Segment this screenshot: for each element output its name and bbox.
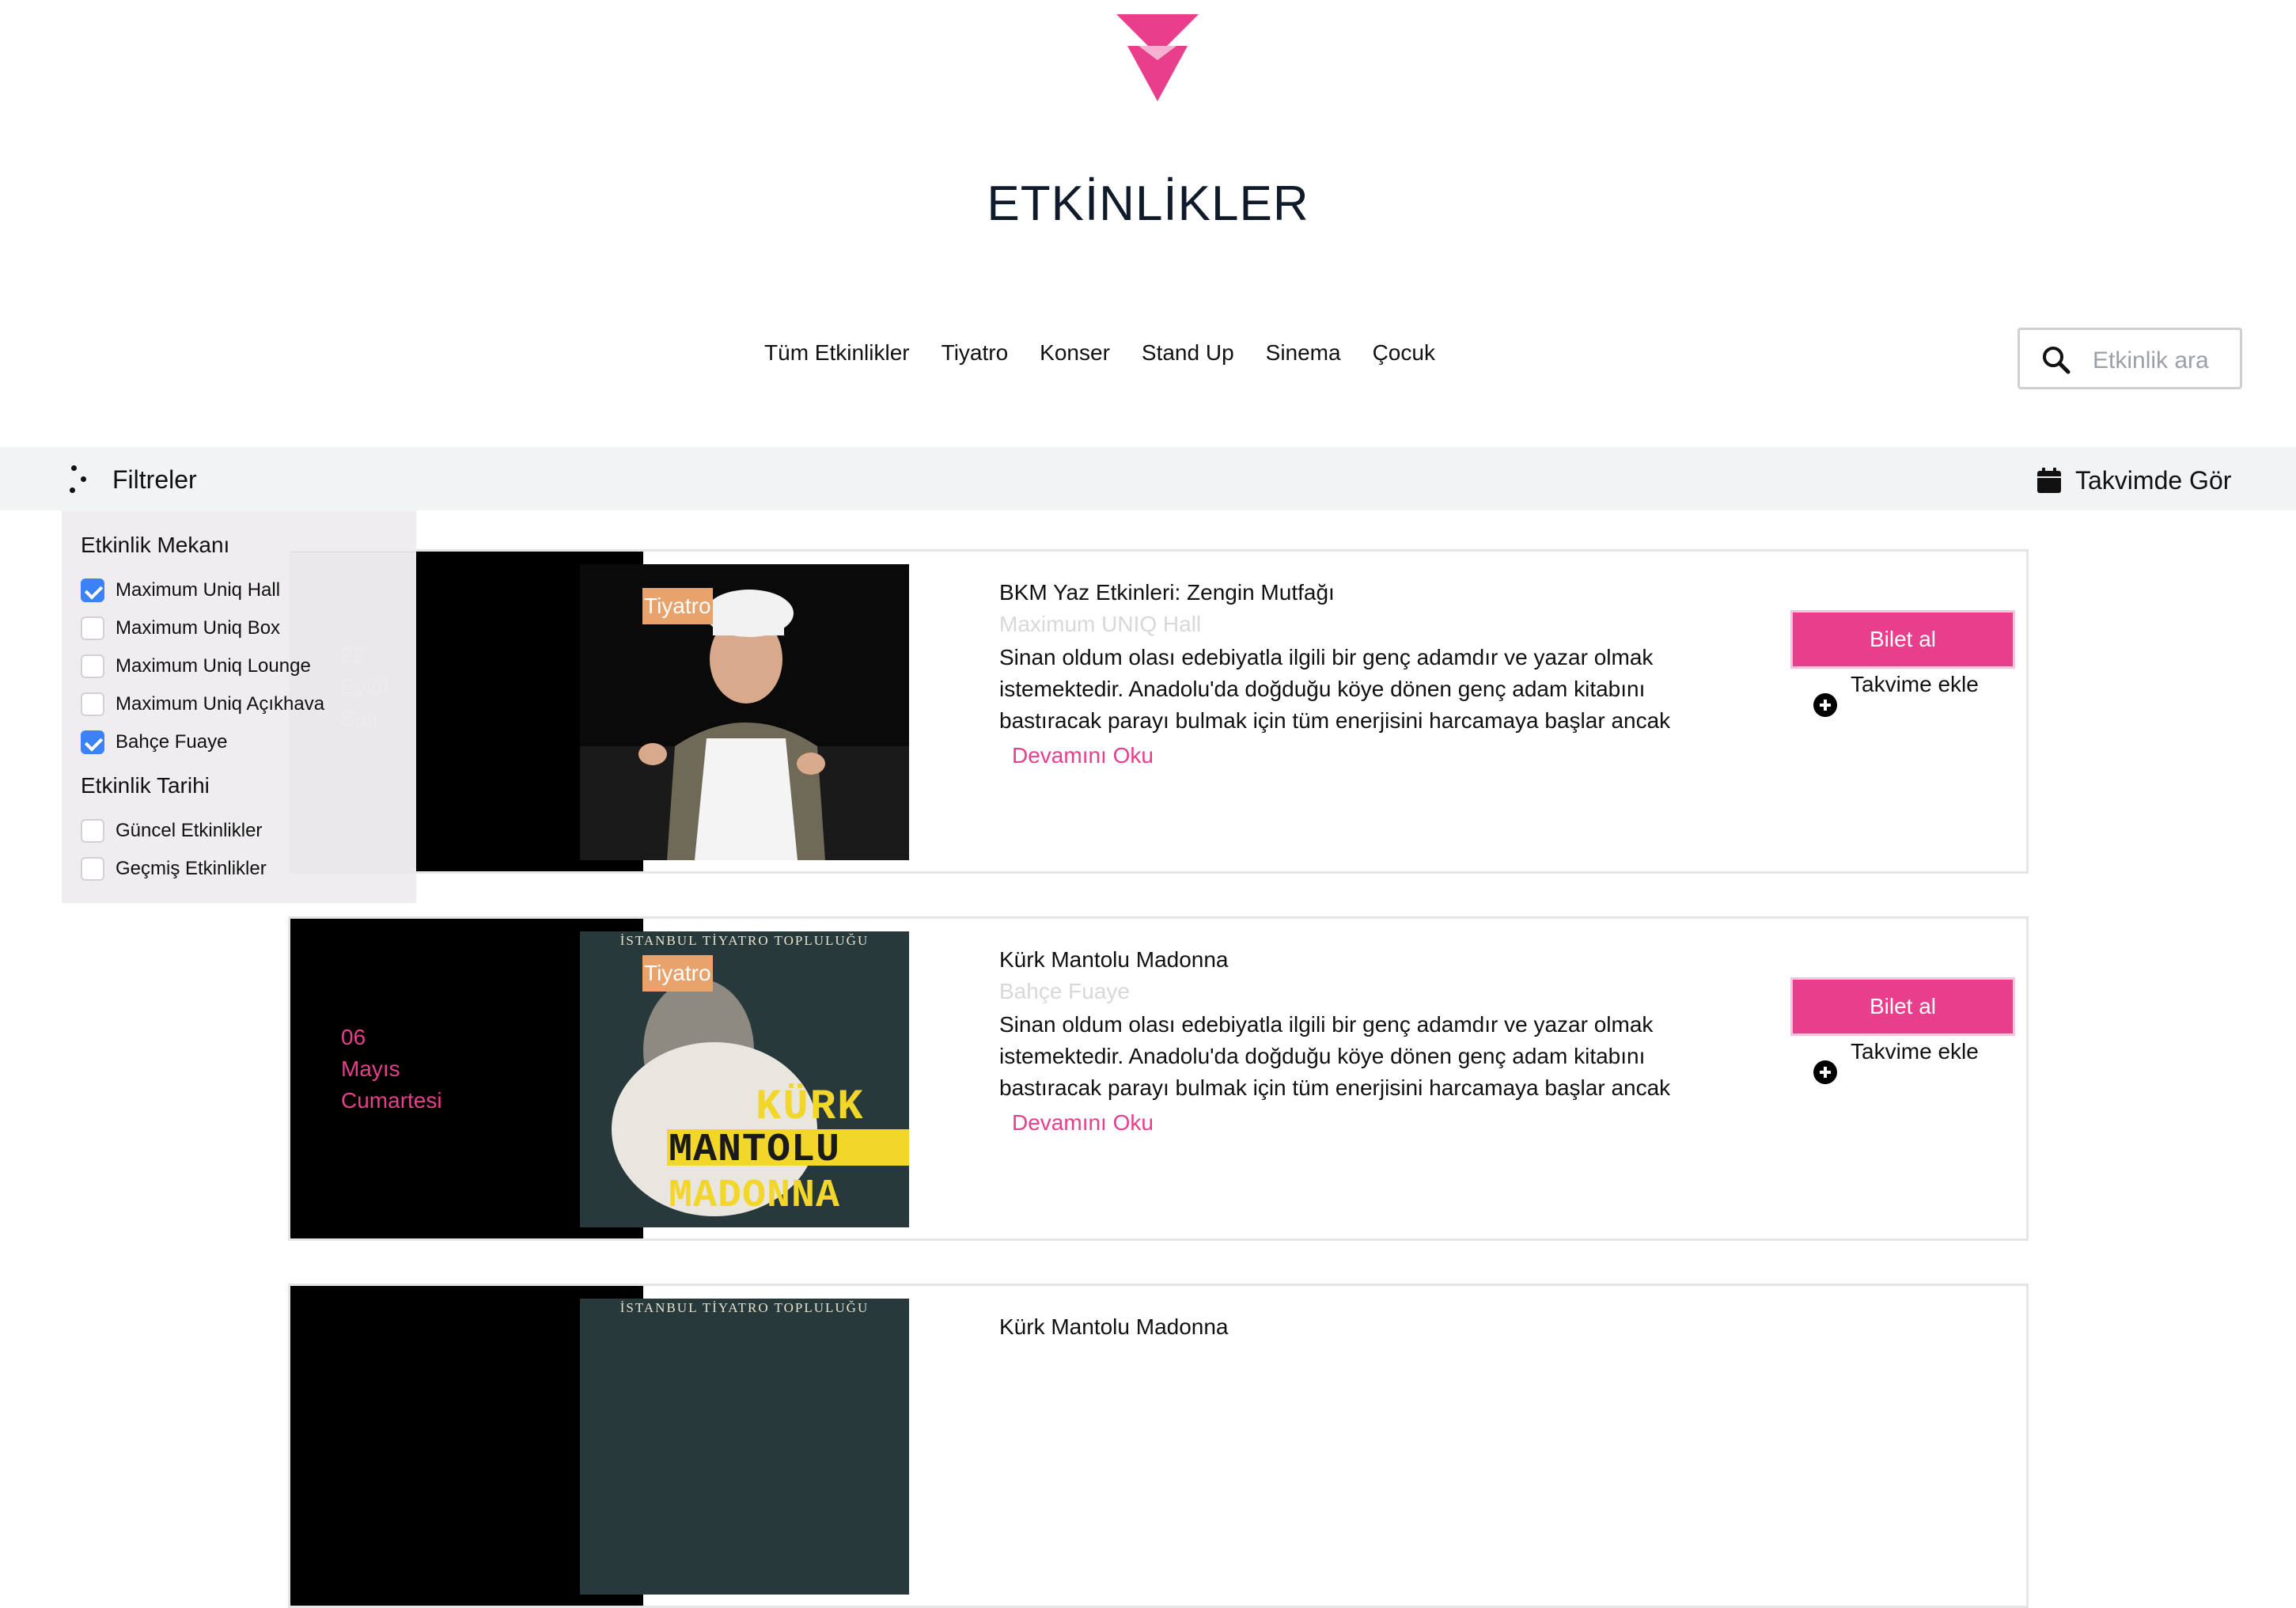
option-label: Güncel Etkinlikler [116, 820, 263, 841]
event-description: Sinan oldum olası edebiyatla ilgili bir … [999, 645, 1671, 733]
date-option-past[interactable]: Geçmiş Etkinlikler [81, 857, 267, 881]
event-image[interactable]: İSTANBUL TİYATRO TOPLULUĞU [580, 1299, 909, 1595]
poster-title-line3: MADONNA [669, 1174, 841, 1219]
option-label: Bahçe Fuaye [116, 731, 228, 753]
read-more-link[interactable]: Devamını Oku [1012, 743, 1154, 768]
buy-ticket-button[interactable]: Bilet al [1790, 977, 2015, 1036]
poster-header: İSTANBUL TİYATRO TOPLULUĞU [619, 933, 870, 948]
nav-item-cinema[interactable]: Sinema [1250, 340, 1357, 366]
event-weekday: Salı [340, 706, 379, 730]
event-venue: Bahçe Fuaye [999, 979, 1130, 1003]
calendar-icon [2037, 468, 2061, 493]
date-filter-heading: Etkinlik Tarihi [81, 773, 210, 798]
category-badge: Tiyatro [642, 588, 713, 624]
search-icon[interactable] [2040, 344, 2072, 376]
search-input[interactable] [2091, 341, 2237, 381]
option-label: Geçmiş Etkinlikler [116, 858, 267, 879]
option-label: Maximum Uniq Hall [116, 579, 281, 601]
buy-ticket-button[interactable]: Bilet al [1790, 610, 2015, 669]
add-to-calendar-label: Takvime ekle [1851, 672, 1979, 696]
checkbox[interactable] [81, 730, 104, 754]
checkbox[interactable] [81, 654, 104, 678]
venue-option-bahce-fuaye[interactable]: Bahçe Fuaye [81, 730, 227, 754]
nav-item-standup[interactable]: Stand Up [1126, 340, 1250, 366]
checkbox[interactable] [81, 578, 104, 602]
event-card: İSTANBUL TİYATRO TOPLULUĞU Kürk Mantolu … [288, 1284, 2029, 1608]
event-title[interactable]: Kürk Mantolu Madonna [999, 1314, 1229, 1340]
page-title: ETKİNLİKLER [987, 176, 1309, 231]
checkbox[interactable] [81, 616, 104, 640]
poster-title-line1: KÜRK [756, 1083, 865, 1132]
brand-logo[interactable] [1116, 14, 1199, 101]
event-day: 22 [340, 643, 366, 667]
poster-title-line2: MANTOLU [669, 1128, 841, 1173]
option-label: Maximum Uniq Box [116, 617, 281, 639]
venue-option-uniq-acikhava[interactable]: Maximum Uniq Açıkhava [81, 692, 324, 716]
plus-circle-icon [1813, 1060, 1837, 1084]
filters-label: Filtreler [112, 465, 197, 494]
nav-item-all[interactable]: Tüm Etkinlikler [748, 340, 926, 366]
nav-item-concert[interactable]: Konser [1024, 340, 1126, 366]
category-badge: Tiyatro [642, 955, 713, 992]
add-to-calendar-label: Takvime ekle [1851, 1039, 1979, 1064]
read-more-link[interactable]: Devamını Oku [1012, 1110, 1154, 1136]
date-option-current[interactable]: Güncel Etkinlikler [81, 819, 262, 843]
event-title[interactable]: BKM Yaz Etkinleri: Zengin Mutfağı [999, 580, 1335, 605]
event-description: Sinan oldum olası edebiyatla ilgili bir … [999, 1012, 1671, 1100]
event-day: 06 [341, 1025, 366, 1049]
checkbox[interactable] [81, 692, 104, 716]
event-date: 22 Eylül Salı [340, 639, 388, 734]
venue-option-uniq-lounge[interactable]: Maximum Uniq Lounge [81, 654, 311, 678]
nav-item-theatre[interactable]: Tiyatro [926, 340, 1025, 366]
event-card: Tiyatro BKM Yaz Etkinleri: Zengin Mutfağ… [288, 549, 2029, 874]
plus-circle-icon [1813, 693, 1837, 717]
event-card: 06 Mayıs Cumartesi İSTANBUL TİYATRO TOPL… [288, 916, 2029, 1241]
event-month: Eylül [340, 674, 388, 699]
filters-toggle-button[interactable]: Filtreler [66, 457, 197, 502]
event-date: 06 Mayıs Cumartesi [341, 1022, 442, 1117]
event-image[interactable] [580, 564, 909, 860]
venue-option-uniq-hall[interactable]: Maximum Uniq Hall [81, 578, 280, 602]
event-weekday: Cumartesi [341, 1088, 442, 1113]
category-nav: Tüm Etkinlikler Tiyatro Konser Stand Up … [0, 340, 2296, 366]
checkbox[interactable] [81, 819, 104, 843]
event-image[interactable]: İSTANBUL TİYATRO TOPLULUĞU KÜRK MANTOLU … [580, 931, 909, 1227]
calendar-view-button[interactable]: Takvimde Gör [2037, 461, 2231, 499]
add-to-calendar-button[interactable]: Takvime ekle [1813, 1039, 1979, 1085]
option-label: Maximum Uniq Lounge [116, 655, 311, 677]
event-venue: Maximum UNIQ Hall [999, 612, 1202, 636]
calendar-view-label: Takvimde Gör [2075, 465, 2232, 495]
nav-item-kids[interactable]: Çocuk [1357, 340, 1451, 366]
event-title[interactable]: Kürk Mantolu Madonna [999, 947, 1229, 973]
event-month: Mayıs [341, 1056, 400, 1081]
search-box [2018, 328, 2242, 389]
option-label: Maximum Uniq Açıkhava [116, 693, 325, 715]
add-to-calendar-button[interactable]: Takvime ekle [1813, 672, 1979, 718]
venue-filter-heading: Etkinlik Mekanı [81, 533, 230, 557]
checkbox[interactable] [81, 857, 104, 881]
poster-header: İSTANBUL TİYATRO TOPLULUĞU [619, 1300, 870, 1315]
filter-dots-icon [66, 462, 90, 497]
venue-option-uniq-box[interactable]: Maximum Uniq Box [81, 616, 280, 640]
filter-bar [0, 447, 2296, 510]
